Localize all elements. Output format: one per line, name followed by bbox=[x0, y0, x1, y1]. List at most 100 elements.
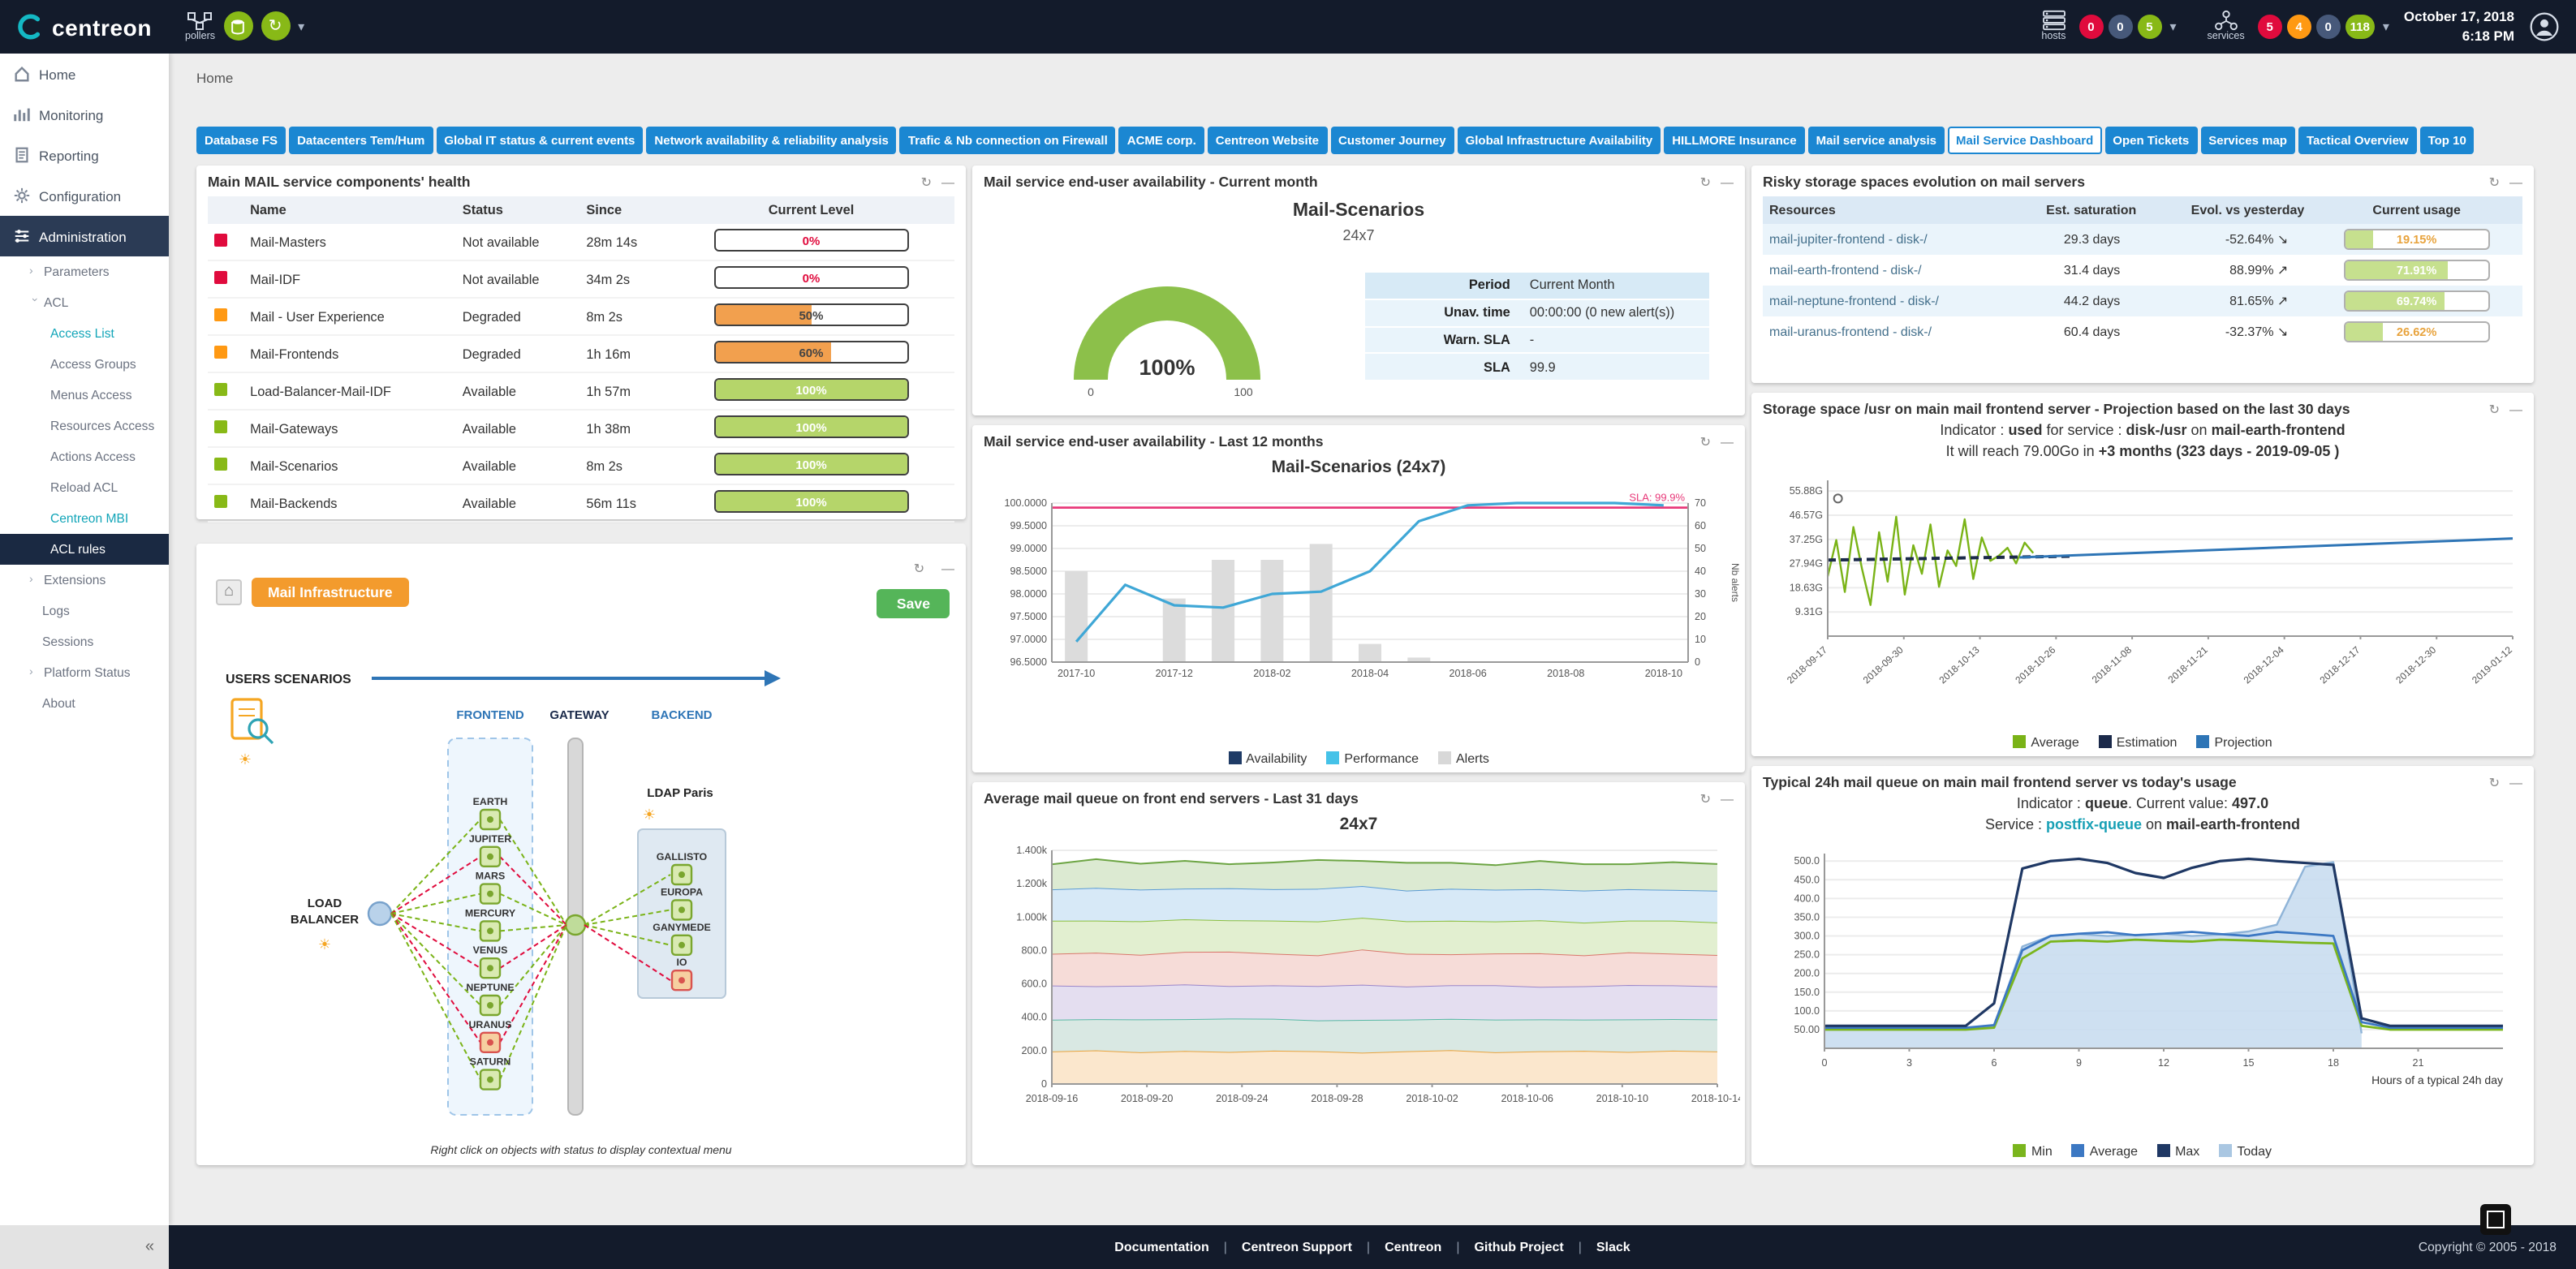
sidebar-item-parameters[interactable]: ›Parameters bbox=[0, 256, 169, 287]
poller-database-icon[interactable] bbox=[223, 12, 252, 41]
collapse-icon[interactable]: — bbox=[941, 561, 954, 576]
table-row[interactable]: mail-jupiter-frontend - disk-/29.3 days-… bbox=[1763, 224, 2522, 255]
tab-network-availability-reliability-analysis[interactable]: Network availability & reliability analy… bbox=[646, 127, 896, 154]
tab-datacenters-tem-hum[interactable]: Datacenters Tem/Hum bbox=[289, 127, 433, 154]
services-chevron-icon[interactable]: ▾ bbox=[2383, 19, 2389, 34]
sidebar-item-reporting[interactable]: Reporting bbox=[0, 135, 169, 175]
user-icon[interactable] bbox=[2529, 11, 2560, 42]
breadcrumb-home-link[interactable]: Home bbox=[196, 70, 233, 86]
tab-mail-service-dashboard[interactable]: Mail Service Dashboard bbox=[1948, 127, 2101, 154]
footer-link-centreon-support[interactable]: Centreon Support bbox=[1242, 1240, 1352, 1254]
footer-link-documentation[interactable]: Documentation bbox=[1114, 1240, 1208, 1254]
refresh-icon[interactable]: ↻ bbox=[1700, 791, 1711, 806]
sidebar-item-access-groups[interactable]: Access Groups bbox=[0, 349, 169, 380]
sidebar-item-access-list[interactable]: Access List bbox=[0, 318, 169, 349]
sidebar-item-about[interactable]: About bbox=[0, 688, 169, 719]
sidebar-item-extensions[interactable]: ›Extensions bbox=[0, 565, 169, 596]
status-badge[interactable]: 5 bbox=[2137, 15, 2161, 39]
refresh-icon[interactable]: ↻ bbox=[2489, 775, 2500, 789]
tab-global-it-status-current-events[interactable]: Global IT status & current events bbox=[436, 127, 643, 154]
node-europa[interactable] bbox=[672, 900, 691, 919]
infrastructure-label[interactable]: Mail Infrastructure bbox=[252, 578, 409, 607]
tab-global-infrastructure-availability[interactable]: Global Infrastructure Availability bbox=[1458, 127, 1661, 154]
table-row[interactable]: Mail-ScenariosAvailable8m 2s100% bbox=[208, 447, 954, 484]
node-io[interactable] bbox=[672, 970, 691, 990]
refresh-icon[interactable]: ↻ bbox=[2489, 174, 2500, 189]
collapse-icon[interactable]: — bbox=[1721, 791, 1734, 806]
table-row[interactable]: mail-neptune-frontend - disk-/44.2 days8… bbox=[1763, 286, 2522, 316]
refresh-icon[interactable]: ↻ bbox=[914, 561, 924, 576]
status-badge[interactable]: 5 bbox=[2258, 15, 2282, 39]
sidebar-item-logs[interactable]: Logs bbox=[0, 596, 169, 626]
tab-hillmore-insurance[interactable]: HILLMORE Insurance bbox=[1664, 127, 1804, 154]
collapse-icon[interactable]: — bbox=[941, 174, 954, 189]
table-row[interactable]: Load-Balancer-Mail-IDFAvailable1h 57m100… bbox=[208, 372, 954, 410]
node-venus[interactable] bbox=[480, 958, 500, 978]
refresh-icon[interactable]: ↻ bbox=[921, 174, 932, 189]
infrastructure-diagram[interactable]: USERS SCENARIOS☀FRONTENDGATEWAYBACKENDLO… bbox=[196, 647, 966, 1131]
status-badge[interactable]: 118 bbox=[2346, 15, 2375, 39]
sidebar-collapse-button[interactable]: « bbox=[0, 1225, 169, 1269]
tab-mail-service-analysis[interactable]: Mail service analysis bbox=[1808, 127, 1945, 154]
node-gallisto[interactable] bbox=[672, 865, 691, 884]
footer-link-slack[interactable]: Slack bbox=[1596, 1240, 1630, 1254]
status-badge[interactable]: 0 bbox=[2316, 15, 2341, 39]
footer-link-centreon[interactable]: Centreon bbox=[1385, 1240, 1441, 1254]
sidebar-item-actions-access[interactable]: Actions Access bbox=[0, 441, 169, 472]
status-badge[interactable]: 0 bbox=[2078, 15, 2103, 39]
table-row[interactable]: Mail-GatewaysAvailable1h 38m100% bbox=[208, 410, 954, 447]
tab-customer-journey[interactable]: Customer Journey bbox=[1330, 127, 1454, 154]
node-mars[interactable] bbox=[480, 884, 500, 904]
node-saturn[interactable] bbox=[480, 1070, 500, 1090]
refresh-icon[interactable]: ↻ bbox=[2489, 402, 2500, 416]
sidebar-item-platform-status[interactable]: ›Platform Status bbox=[0, 657, 169, 688]
footer-link-github-project[interactable]: Github Project bbox=[1474, 1240, 1563, 1254]
poller-latency-icon[interactable]: ↻ bbox=[261, 12, 290, 41]
tab-acme-corp[interactable]: ACME corp. bbox=[1119, 127, 1204, 154]
tab-centreon-website[interactable]: Centreon Website bbox=[1208, 127, 1327, 154]
sidebar-item-acl[interactable]: ›ACL bbox=[0, 287, 169, 318]
sidebar-item-home[interactable]: Home bbox=[0, 54, 169, 94]
centreon-logo[interactable]: centreon bbox=[16, 13, 169, 41]
table-row[interactable]: mail-uranus-frontend - disk-/60.4 days-3… bbox=[1763, 316, 2522, 347]
node-uranus[interactable] bbox=[480, 1033, 500, 1052]
sidebar-item-administration[interactable]: Administration bbox=[0, 216, 169, 256]
table-row[interactable]: Mail-MastersNot available28m 14s0% bbox=[208, 224, 954, 260]
table-row[interactable]: mail-earth-frontend - disk-/31.4 days88.… bbox=[1763, 255, 2522, 286]
status-badge[interactable]: 4 bbox=[2287, 15, 2311, 39]
hosts-chevron-icon[interactable]: ▾ bbox=[2169, 19, 2176, 34]
table-row[interactable]: Mail-BackendsAvailable56m 11s100% bbox=[208, 484, 954, 522]
node-earth[interactable] bbox=[480, 810, 500, 829]
sidebar-item-configuration[interactable]: Configuration bbox=[0, 175, 169, 216]
table-row[interactable]: Mail-IDFNot available34m 2s0% bbox=[208, 260, 954, 298]
table-row[interactable]: Mail-FrontendsDegraded1h 16m60% bbox=[208, 335, 954, 372]
node-ganymede[interactable] bbox=[672, 936, 691, 955]
node-mercury[interactable] bbox=[480, 921, 500, 940]
node-neptune[interactable] bbox=[480, 996, 500, 1015]
hosts-menu[interactable]: hosts bbox=[2041, 11, 2066, 44]
node-jupiter[interactable] bbox=[480, 847, 500, 867]
tab-top-10[interactable]: Top 10 bbox=[2420, 127, 2475, 154]
sidebar-item-resources-access[interactable]: Resources Access bbox=[0, 411, 169, 441]
tab-services-map[interactable]: Services map bbox=[2200, 127, 2295, 154]
services-menu[interactable]: services bbox=[2207, 11, 2244, 44]
tab-trafic-nb-connection-on-firewall[interactable]: Trafic & Nb connection on Firewall bbox=[900, 127, 1116, 154]
tab-open-tickets[interactable]: Open Tickets bbox=[2104, 127, 2197, 154]
collapse-icon[interactable]: — bbox=[2509, 402, 2522, 416]
sidebar-item-monitoring[interactable]: Monitoring bbox=[0, 94, 169, 135]
collapse-icon[interactable]: — bbox=[2509, 775, 2522, 789]
save-button[interactable]: Save bbox=[877, 589, 950, 618]
fullscreen-button[interactable] bbox=[2480, 1204, 2511, 1235]
refresh-icon[interactable]: ↻ bbox=[1700, 434, 1711, 449]
collapse-icon[interactable]: — bbox=[1721, 434, 1734, 449]
refresh-icon[interactable]: ↻ bbox=[1700, 174, 1711, 189]
sidebar-item-centreon-mbi[interactable]: Centreon MBI bbox=[0, 503, 169, 534]
sidebar-item-sessions[interactable]: Sessions bbox=[0, 626, 169, 657]
tab-tactical-overview[interactable]: Tactical Overview bbox=[2298, 127, 2417, 154]
tab-database-fs[interactable]: Database FS bbox=[196, 127, 286, 154]
sidebar-item-menus-access[interactable]: Menus Access bbox=[0, 380, 169, 411]
collapse-icon[interactable]: — bbox=[1721, 174, 1734, 189]
sidebar-item-acl-rules[interactable]: ACL rules bbox=[0, 534, 169, 565]
table-row[interactable]: Mail - User ExperienceDegraded8m 2s50% bbox=[208, 298, 954, 335]
status-badge[interactable]: 0 bbox=[2108, 15, 2132, 39]
